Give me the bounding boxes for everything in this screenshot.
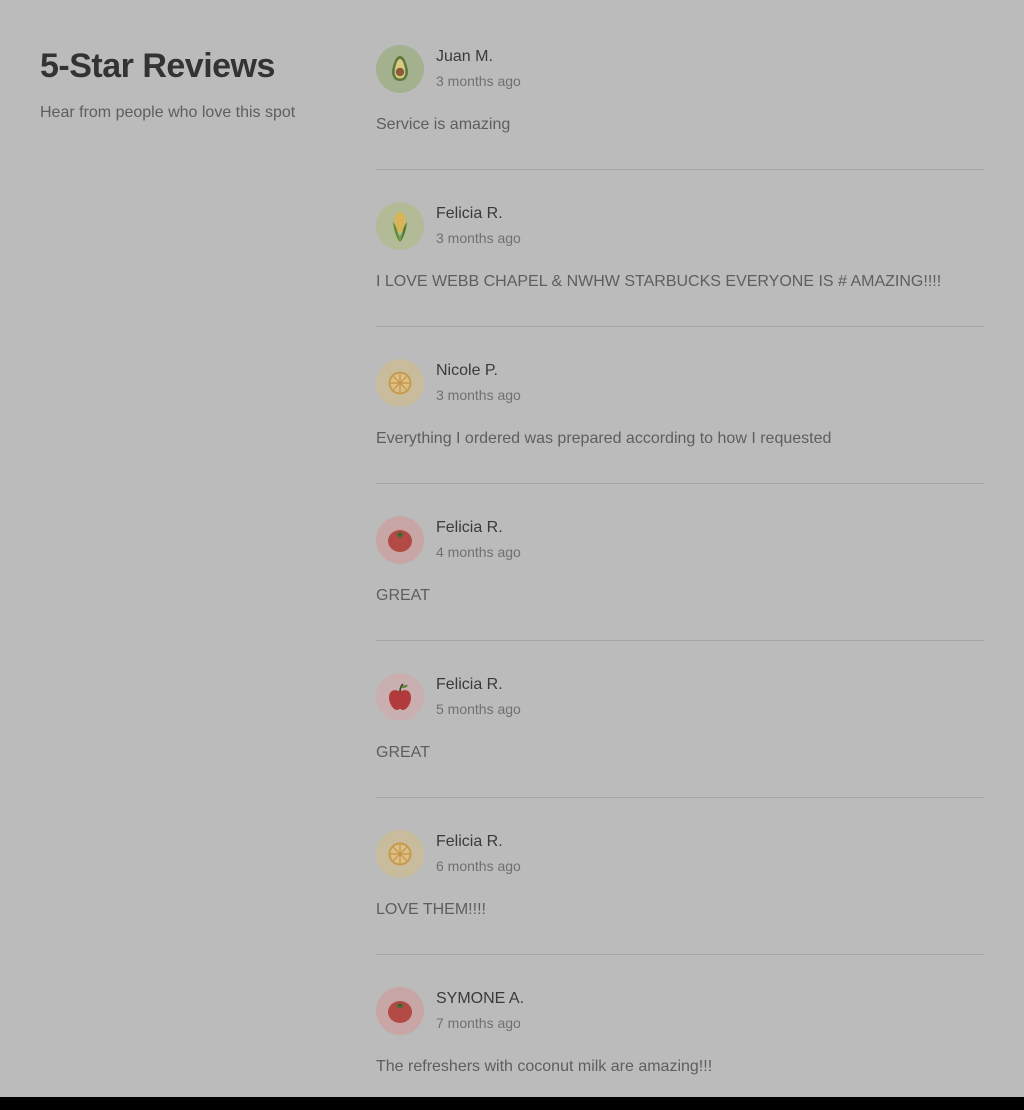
page-title: 5-Star Reviews [40,47,275,85]
review-divider [376,483,984,484]
review-divider [376,954,984,955]
review-time: 3 months ago [436,387,521,403]
reviewer-name: Nicole P. [436,362,498,379]
review-time: 4 months ago [436,544,521,560]
review-text: GREAT [376,587,430,604]
orange-slice-icon [388,842,412,866]
review-text: GREAT [376,744,430,761]
review-text: Everything I ordered was prepared accord… [376,430,832,447]
review-divider [376,797,984,798]
avatar [376,516,424,564]
review-time: 3 months ago [436,230,521,246]
tomato-icon [388,1001,412,1023]
reviewer-name: Felicia R. [436,833,503,850]
page-subtitle: Hear from people who love this spot [40,104,296,121]
reviewer-name: Felicia R. [436,205,503,222]
review-item: Felicia R. 3 months ago I LOVE WEBB CHAP… [376,202,984,359]
reviewer-name: Felicia R. [436,519,503,536]
avatar [376,673,424,721]
review-time: 5 months ago [436,701,521,717]
avatar [376,202,424,250]
apple-icon [389,683,411,710]
review-text: Service is amazing [376,116,511,133]
review-item: Felicia R. 6 months ago LOVE THEM!!!! [376,830,984,987]
reviewer-name: SYMONE A. [436,990,525,1007]
review-item: Felicia R. 4 months ago GREAT [376,516,984,673]
avocado-icon [392,56,408,81]
orange-slice-icon [388,371,412,395]
avatar [376,45,424,93]
review-text: The refreshers with coconut milk are ama… [376,1058,713,1075]
review-item: Felicia R. 5 months ago GREAT [376,673,984,830]
review-list: Juan M. 3 months ago Service is amazing … [376,45,984,1097]
review-text: LOVE THEM!!!! [376,901,486,918]
review-item: Juan M. 3 months ago Service is amazing [376,45,984,202]
reviews-intro: 5-Star Reviews Hear from people who love… [40,44,340,124]
review-divider [376,169,984,170]
avatar [376,987,424,1035]
bottom-bar [0,1097,1024,1110]
corn-icon [393,212,407,242]
tomato-icon [388,530,412,552]
avatar [376,359,424,407]
review-item: Nicole P. 3 months ago Everything I orde… [376,359,984,516]
review-item: SYMONE A. 7 months ago The refreshers wi… [376,987,984,1097]
review-divider [376,640,984,641]
reviewer-name: Juan M. [436,48,493,65]
reviews-page: 5-Star Reviews Hear from people who love… [0,0,1024,1097]
review-text: I LOVE WEBB CHAPEL & NWHW STARBUCKS EVER… [376,273,942,290]
review-time: 6 months ago [436,858,521,874]
avatar [376,830,424,878]
review-time: 3 months ago [436,73,521,89]
reviewer-name: Felicia R. [436,676,503,693]
review-divider [376,326,984,327]
review-time: 7 months ago [436,1015,521,1031]
